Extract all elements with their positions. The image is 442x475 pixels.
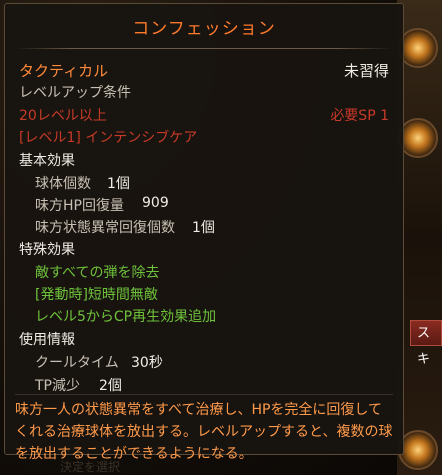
basic-effect-value: 1個 [107,176,130,192]
usage-header: 使用情報 [19,332,75,348]
usage-value: 30秒 [131,355,163,371]
basic-effect-label: 球体個数 [35,176,91,192]
skill-tooltip: コンフェッション タクティカル 未習得 レベルアップ条件 20レベル以上 必要S… [4,3,404,462]
skill-name: コンフェッション [132,19,276,39]
basic-effect-value: 909 [142,195,169,211]
skill-status: 未習得 [343,62,389,80]
levelup-level: 20レベル以上 [19,108,107,124]
basic-effect-label: 味方HP回復量 [35,198,124,214]
levelup-sp: 必要SP 1 [330,108,389,124]
divider [15,48,393,49]
levelup-header: レベルアップ条件 [19,85,131,101]
usage-value: 2個 [99,378,122,394]
skill-description: 味方一人の状態異常をすべて治療し、HPを完全に回復してくれる治療球体を放出する。… [15,394,393,462]
usage-label: TP減少 [35,378,80,394]
basic-effect-value: 1個 [192,220,215,236]
basic-effect-label: 味方状態異常回復個数 [35,220,175,236]
special-effect: 敵すべての弾を除去 [35,265,160,281]
skill-slot-icon[interactable] [398,28,438,68]
levelup-prereq: [レベル1] インテンシブケア [19,130,198,146]
basic-effects-header: 基本効果 [19,153,75,169]
special-effect: レベル5からCP再生効果追加 [35,309,217,325]
special-effects-header: 特殊効果 [19,242,75,258]
usage-label: クールタイム [35,355,119,371]
special-effect: [発動時]短時間無敵 [35,287,158,303]
skill-slot-icon[interactable] [398,118,438,158]
skill-category: タクティカル [19,62,109,80]
skill-tab[interactable]: スキ [410,320,442,367]
skill-slot-icon[interactable] [398,430,438,470]
